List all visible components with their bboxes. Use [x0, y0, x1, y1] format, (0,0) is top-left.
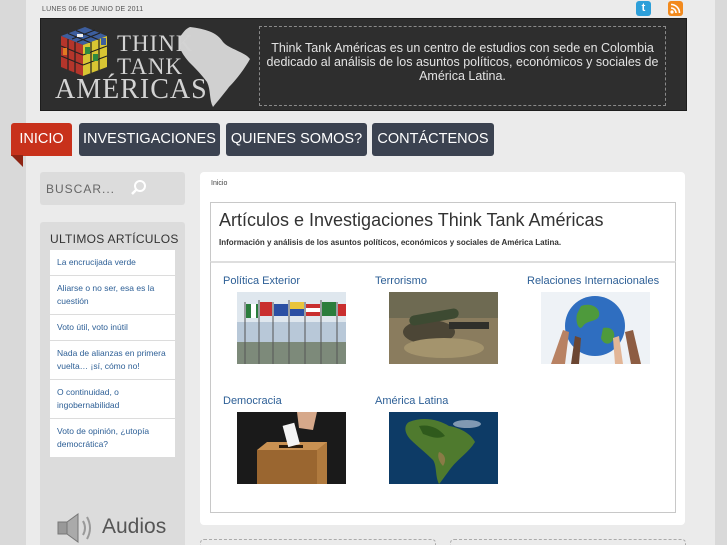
page-subtitle: Información y análisis de los asuntos po… [219, 238, 562, 247]
flags-image[interactable] [237, 292, 346, 364]
date-label: LUNES 06 DE JUNIO DE 2011 [42, 6, 144, 13]
category-terrorismo[interactable]: Terrorismo [375, 275, 498, 364]
twitter-icon[interactable]: t [636, 1, 651, 16]
site-logo[interactable]: THINK TANK AMÉRICAS [45, 24, 255, 109]
globe-hands-image[interactable] [541, 292, 650, 364]
latest-article-link[interactable]: La encrucijada verde [50, 250, 175, 276]
nav-investigaciones[interactable]: INVESTIGACIONES [79, 123, 220, 156]
category-grid: Política Exterior Terrorismo Relaciones … [210, 261, 676, 513]
category-title[interactable]: Terrorismo [375, 275, 427, 287]
ballot-box-image[interactable] [237, 412, 346, 484]
nav-contactenos[interactable]: CONTÁCTENOS [372, 123, 494, 156]
nav-active-fold [11, 155, 23, 167]
breadcrumb[interactable]: Inicio [211, 180, 227, 187]
main-content: Inicio Artículos e Investigaciones Think… [200, 172, 685, 525]
site-description: Think Tank Américas es un centro de estu… [259, 26, 666, 106]
logo-line-3: AMÉRICAS [55, 74, 208, 105]
latest-article-link[interactable]: Voto de opinión, ¿utopía democrática? [50, 419, 175, 458]
latest-articles-title: ULTIMOS ARTÍCULOS [50, 232, 179, 246]
latest-article-link[interactable]: Aliarse o no ser, esa es la cuestión [50, 276, 175, 315]
category-relaciones-internacionales[interactable]: Relaciones Internacionales [527, 275, 659, 364]
soldier-image[interactable] [389, 292, 498, 364]
category-america-latina[interactable]: América Latina [375, 395, 498, 484]
category-title[interactable]: Democracia [223, 395, 282, 407]
south-america-satellite-image[interactable] [389, 412, 498, 484]
nav-inicio[interactable]: INICIO [11, 123, 72, 156]
header-banner: THINK TANK AMÉRICAS Think Tank Américas … [40, 18, 687, 111]
logo-line-1: THINK [117, 31, 194, 56]
page: LUNES 06 DE JUNIO DE 2011 t THINK TANK A… [11, 0, 715, 545]
latest-articles-panel: ULTIMOS ARTÍCULOS La encrucijada verde A… [40, 222, 185, 509]
latest-articles-list: La encrucijada verde Aliarse o no ser, e… [50, 250, 175, 458]
category-politica-exterior[interactable]: Política Exterior [223, 275, 346, 364]
page-title: Artículos e Investigaciones Think Tank A… [219, 210, 604, 230]
latest-article-link[interactable]: O continuidad, o ingobernabilidad [50, 380, 175, 419]
category-title[interactable]: Relaciones Internacionales [527, 275, 659, 287]
latest-article-link[interactable]: Voto útil, voto inútil [50, 315, 175, 341]
category-democracia[interactable]: Democracia [223, 395, 346, 484]
audios-label: Audios [102, 515, 167, 538]
category-title[interactable]: Política Exterior [223, 275, 300, 287]
logo-text: THINK TANK AMÉRICAS [55, 31, 270, 104]
category-title[interactable]: América Latina [375, 395, 448, 407]
speaker-icon [56, 511, 96, 545]
nav-quienes-somos[interactable]: QUIENES SOMOS? [226, 123, 367, 156]
bottom-box-left [200, 539, 436, 545]
search-box [40, 172, 185, 205]
search-icon[interactable] [130, 179, 148, 202]
bottom-box-right [450, 539, 686, 545]
rss-icon[interactable] [668, 1, 683, 16]
audios-panel[interactable]: Audios [40, 493, 185, 545]
intro-box: Artículos e Investigaciones Think Tank A… [210, 202, 676, 262]
latest-article-link[interactable]: Nada de alianzas en primera vuelta… ¡sí,… [50, 341, 175, 380]
